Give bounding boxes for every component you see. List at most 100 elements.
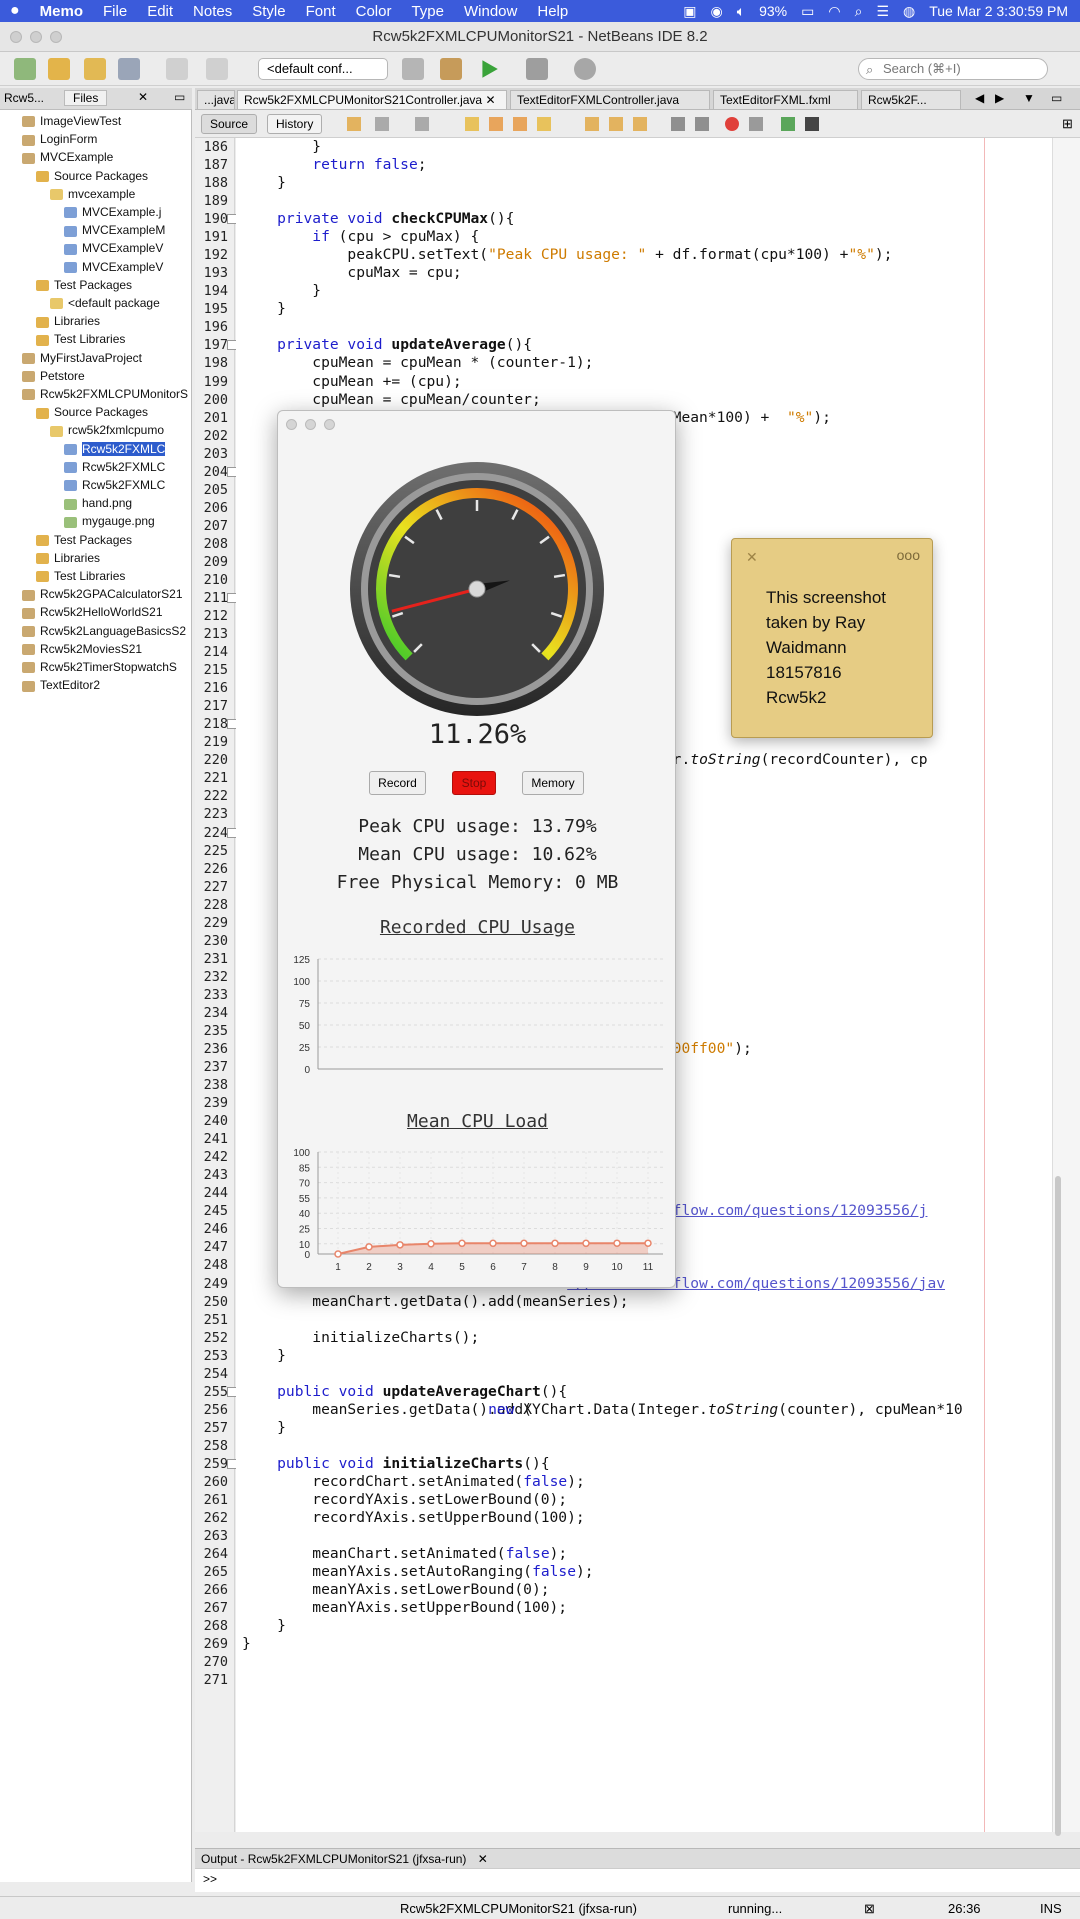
wifi-icon[interactable]: ◠ bbox=[828, 3, 840, 20]
menu-help[interactable]: Help bbox=[537, 3, 568, 20]
tree-node[interactable]: Libraries bbox=[36, 312, 191, 330]
tree-node[interactable]: Rcw5k2FXMLC bbox=[64, 458, 191, 476]
tree-node[interactable]: MVCExampleV bbox=[64, 239, 191, 257]
tree-node[interactable]: MVCExampleV bbox=[64, 258, 191, 276]
memory-button[interactable]: Memory bbox=[522, 771, 584, 795]
stop-macro-icon[interactable] bbox=[749, 117, 763, 131]
undo-icon[interactable] bbox=[166, 58, 188, 80]
tree-node[interactable]: MVCExampleM bbox=[64, 221, 191, 239]
volume-icon[interactable]: 🔈︎ bbox=[737, 3, 745, 20]
close-window-button[interactable] bbox=[10, 31, 22, 43]
note-text[interactable]: This screenshot taken by Ray Waidmann 18… bbox=[766, 585, 886, 710]
configuration-select[interactable]: <default conf... bbox=[258, 58, 388, 80]
tree-node[interactable]: Source Packages bbox=[36, 403, 191, 421]
menu-app-name[interactable]: Memo bbox=[40, 3, 83, 20]
forward-icon[interactable] bbox=[415, 117, 429, 131]
menu-file[interactable]: File bbox=[103, 3, 127, 20]
run-project-icon[interactable] bbox=[482, 60, 498, 78]
new-project-icon[interactable] bbox=[48, 58, 70, 80]
comment-icon[interactable] bbox=[781, 117, 795, 131]
close-note-icon[interactable]: ✕ bbox=[746, 549, 758, 566]
menu-style[interactable]: Style bbox=[252, 3, 285, 20]
last-edit-icon[interactable] bbox=[347, 117, 361, 131]
battery-icon[interactable]: ▭ bbox=[801, 3, 814, 20]
editor-tab-java[interactable]: ...java bbox=[197, 90, 235, 109]
cpu-window-zoom-button[interactable] bbox=[324, 419, 335, 430]
build-hammer-icon[interactable] bbox=[402, 58, 424, 80]
tree-node[interactable]: TextEditor2 bbox=[22, 676, 191, 694]
menu-notes[interactable]: Notes bbox=[193, 3, 232, 20]
battery-percent[interactable]: 93% bbox=[759, 3, 787, 19]
find-previous-icon[interactable] bbox=[489, 117, 503, 131]
profile-project-icon[interactable] bbox=[574, 58, 596, 80]
tree-node[interactable]: Test Libraries bbox=[36, 567, 191, 585]
cpu-window-close-button[interactable] bbox=[286, 419, 297, 430]
output-panel[interactable]: >> bbox=[195, 1868, 1080, 1892]
cancel-task-icon[interactable]: ⊠ bbox=[864, 1897, 875, 1919]
editor-tab-rcw5k2f[interactable]: Rcw5k2F... bbox=[861, 90, 961, 109]
control-center-icon[interactable]: ☰ bbox=[876, 3, 889, 20]
tree-node[interactable]: hand.png bbox=[64, 494, 191, 512]
uncomment-icon[interactable] bbox=[805, 117, 819, 131]
redo-icon[interactable] bbox=[206, 58, 228, 80]
split-view-icon[interactable]: ▣ bbox=[683, 3, 696, 20]
tree-node[interactable]: <default package bbox=[50, 294, 191, 312]
scroll-thumb[interactable] bbox=[1055, 1176, 1061, 1836]
history-view-button[interactable]: History bbox=[267, 114, 323, 134]
note-options-icon[interactable]: ooo bbox=[897, 547, 920, 563]
editor-tab-controller[interactable]: Rcw5k2FXMLCPUMonitorS21Controller.java ✕ bbox=[237, 90, 507, 109]
find-next-icon[interactable] bbox=[513, 117, 527, 131]
close-tab-icon[interactable]: ✕ bbox=[485, 93, 495, 107]
tree-node[interactable]: MVCExample bbox=[22, 148, 191, 166]
save-all-icon[interactable] bbox=[118, 58, 140, 80]
new-file-icon[interactable] bbox=[14, 58, 36, 80]
tree-node[interactable]: ImageViewTest bbox=[22, 112, 191, 130]
tree-node[interactable]: MVCExample.j bbox=[64, 203, 191, 221]
apple-icon[interactable]: ● bbox=[10, 2, 20, 20]
source-view-button[interactable]: Source bbox=[201, 114, 258, 134]
tree-node[interactable]: LoginForm bbox=[22, 130, 191, 148]
toggle-bookmark-icon[interactable] bbox=[633, 117, 647, 131]
shift-left-icon[interactable] bbox=[671, 117, 685, 131]
cpu-window-minimize-button[interactable] bbox=[305, 419, 316, 430]
user-icon[interactable]: ◍ bbox=[903, 3, 915, 20]
menu-type[interactable]: Type bbox=[411, 3, 444, 20]
menu-font[interactable]: Font bbox=[306, 3, 336, 20]
minimize-panel-icon[interactable]: ▭ bbox=[174, 90, 185, 104]
tree-node[interactable]: Rcw5k2FXMLC bbox=[64, 440, 191, 458]
play-circle-icon[interactable]: ◉ bbox=[710, 3, 722, 20]
tab-list-icon[interactable]: ▼ bbox=[1023, 91, 1035, 105]
tree-node[interactable]: Libraries bbox=[36, 549, 191, 567]
tree-node[interactable]: Test Packages bbox=[36, 531, 191, 549]
tab-scroll-left-icon[interactable]: ◀ bbox=[975, 91, 984, 105]
close-output-icon[interactable]: ✕ bbox=[478, 1852, 488, 1866]
tree-node[interactable]: Rcw5k2GPACalculatorS21 bbox=[22, 585, 191, 603]
stop-button[interactable]: Stop bbox=[452, 771, 496, 795]
clean-build-icon[interactable] bbox=[440, 58, 462, 80]
tab-projects[interactable]: Rcw5... bbox=[4, 91, 44, 105]
sticky-note[interactable]: ✕ ooo This screenshot taken by Ray Waidm… bbox=[731, 538, 933, 738]
editor-vertical-scrollbar[interactable] bbox=[1052, 138, 1080, 1836]
shift-right-icon[interactable] bbox=[695, 117, 709, 131]
status-task[interactable]: Rcw5k2FXMLCPUMonitorS21 (jfxsa-run) bbox=[400, 1897, 637, 1919]
editor-tab-texteditor-controller[interactable]: TextEditorFXMLController.java bbox=[510, 90, 710, 109]
find-icon[interactable] bbox=[465, 117, 479, 131]
tree-node[interactable]: Rcw5k2MoviesS21 bbox=[22, 640, 191, 658]
menu-color[interactable]: Color bbox=[356, 3, 392, 20]
tree-node[interactable]: Test Libraries bbox=[36, 330, 191, 348]
tree-node[interactable]: mvcexample bbox=[50, 185, 191, 203]
record-button[interactable]: Record bbox=[369, 771, 426, 795]
output-title[interactable]: Output - Rcw5k2FXMLCPUMonitorS21 (jfxsa-… bbox=[201, 1852, 466, 1866]
minimize-window-button[interactable] bbox=[30, 31, 42, 43]
tab-files[interactable]: Files bbox=[64, 90, 108, 106]
menubar-clock[interactable]: Tue Mar 2 3:30:59 PM bbox=[929, 3, 1068, 19]
tree-node[interactable]: Rcw5k2LanguageBasicsS2 bbox=[22, 622, 191, 640]
back-icon[interactable] bbox=[375, 117, 389, 131]
toggle-highlight-icon[interactable] bbox=[537, 117, 551, 131]
tab-scroll-right-icon[interactable]: ▶ bbox=[995, 91, 1004, 105]
menu-window[interactable]: Window bbox=[464, 3, 517, 20]
tree-node[interactable]: Rcw5k2FXMLCPUMonitorS bbox=[22, 385, 191, 403]
tree-node[interactable]: Petstore bbox=[22, 367, 191, 385]
debug-project-icon[interactable] bbox=[526, 58, 548, 80]
tree-node[interactable]: Rcw5k2TimerStopwatchS bbox=[22, 658, 191, 676]
